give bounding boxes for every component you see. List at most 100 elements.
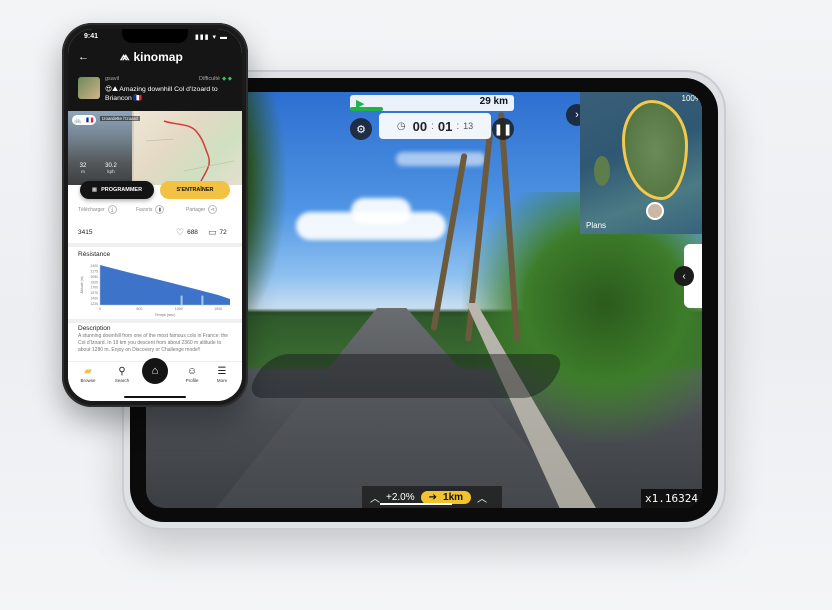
tab-search[interactable]: ⚲ Search bbox=[108, 366, 136, 383]
x-tick-label: 1500 bbox=[214, 307, 222, 311]
engagement-row: 3415 ♡ 688 ▭ 72 bbox=[68, 227, 242, 241]
share-icon: ⋖ bbox=[208, 205, 218, 214]
y-tick-label: 1575 bbox=[90, 291, 98, 295]
logo-text: kinomap bbox=[133, 49, 183, 64]
x-tick-label: 500 bbox=[136, 307, 142, 311]
route-line bbox=[145, 120, 235, 184]
segment-distance: 1km bbox=[443, 491, 464, 503]
tab-more[interactable]: ☰ More bbox=[208, 366, 236, 383]
route-thumbnail[interactable] bbox=[78, 77, 100, 99]
slope-value: +2.0% bbox=[386, 491, 415, 503]
stat-unit: kph bbox=[107, 169, 115, 174]
total-distance: 29 km bbox=[479, 96, 508, 107]
route-preview[interactable]: 🚲 🇫🇷 Izoardette l'Izoard 32 m 30.2 kph bbox=[68, 111, 242, 185]
bottom-tab-bar: ▰ Browse ⚲ Search ⌂ ☺ Profile ☰ More bbox=[68, 358, 242, 401]
arrow-right-icon: ➔ bbox=[428, 491, 438, 503]
menu-icon: ☰ bbox=[217, 366, 227, 377]
tab-label: More bbox=[216, 378, 228, 383]
cta-row: ▦ PROGRAMMER S'ENTRAÎNER bbox=[68, 181, 242, 201]
route-badges: 🚲 🇫🇷 bbox=[72, 115, 96, 125]
divider bbox=[68, 243, 242, 247]
stat-unit: m bbox=[81, 169, 85, 174]
cloud bbox=[351, 198, 411, 224]
map-island bbox=[594, 156, 610, 186]
app-logo: ⩕ kinomap bbox=[120, 49, 183, 64]
bookmark-icon: ▮ bbox=[155, 205, 165, 214]
y-tick-label: 1700 bbox=[90, 286, 98, 290]
rider-position-marker bbox=[646, 202, 664, 220]
likes-button[interactable]: ♡ 688 bbox=[176, 227, 198, 238]
divider bbox=[68, 319, 242, 323]
map-label: Plans bbox=[586, 221, 607, 230]
pause-icon: ❚❚ bbox=[493, 123, 513, 136]
chevron-right-icon: › bbox=[575, 109, 579, 121]
tab-label: Profile bbox=[185, 378, 199, 383]
back-arrow-icon[interactable]: ← bbox=[78, 51, 89, 63]
x-tick-label: 1000 bbox=[175, 307, 183, 311]
likes-count: 688 bbox=[187, 229, 198, 236]
program-label: PROGRAMMER bbox=[101, 187, 143, 193]
home-indicator bbox=[124, 395, 186, 398]
gear-icon: ⚙ bbox=[356, 123, 366, 136]
clock-icon: ◷ bbox=[396, 120, 406, 132]
elevation-stripe bbox=[201, 295, 204, 305]
route-preview-map bbox=[134, 111, 242, 185]
tab-label: Browse bbox=[80, 378, 96, 383]
elevation-chart: 24002175 20501925 17001575 140012250 500 1000… bbox=[80, 264, 230, 317]
stat-elevation: 32 m bbox=[72, 163, 94, 174]
tab-browse[interactable]: ▰ Browse bbox=[74, 366, 102, 383]
flag-fr-icon: 🇫🇷 bbox=[86, 117, 94, 124]
route-map[interactable]: 100% ⤢ Plans bbox=[580, 92, 702, 234]
search-icon: ⚲ bbox=[118, 366, 126, 377]
comments-button[interactable]: ▭ 72 bbox=[208, 227, 227, 238]
favorite-label: Favoris bbox=[136, 206, 153, 213]
favorite-action[interactable]: Favoris ▮ bbox=[136, 205, 165, 214]
y-tick-label: 2400 bbox=[90, 264, 98, 268]
tab-profile[interactable]: ☺ Profile bbox=[178, 366, 206, 383]
actions-row: Télécharger ⤓ Favoris ▮ Partager ⋖ bbox=[68, 205, 242, 219]
chevron-left-icon: ‹ bbox=[682, 270, 686, 282]
calendar-icon: ▦ bbox=[91, 187, 98, 193]
program-button[interactable]: ▦ PROGRAMMER bbox=[80, 181, 154, 199]
description-text: A stunning downhill from one of the most… bbox=[78, 333, 229, 353]
share-action[interactable]: Partager ⋖ bbox=[186, 205, 218, 214]
y-tick-label: 1925 bbox=[90, 280, 98, 284]
pause-button[interactable]: ❚❚ bbox=[492, 118, 514, 140]
difficulty: Difficulté ◆ ◆ bbox=[199, 76, 232, 82]
comment-icon: ▭ bbox=[208, 227, 217, 237]
home-icon: ⌂ bbox=[151, 365, 159, 377]
tab-home[interactable]: ⌂ bbox=[142, 358, 168, 384]
next-segment-pill: ➔ 1km bbox=[420, 490, 472, 504]
chevron-up-icon: ︿ bbox=[477, 493, 488, 505]
resistance-title: Résistance bbox=[78, 251, 111, 258]
settings-button[interactable]: ⚙ bbox=[350, 118, 372, 140]
status-time: 9:41 bbox=[84, 33, 99, 40]
y-tick-label: 2175 bbox=[90, 269, 98, 273]
phone-device: ← ⩕ kinomap gsavil Difficulté ◆ ◆ 😍⛰ Amaz… bbox=[62, 23, 248, 407]
train-button[interactable]: S'ENTRAÎNER bbox=[160, 181, 230, 199]
timer-seconds: 13 bbox=[463, 121, 474, 131]
bike-icon: 🚲 bbox=[74, 117, 82, 124]
elevation-area bbox=[100, 265, 230, 305]
road-shadow bbox=[243, 354, 569, 398]
phone-screen: ← ⩕ kinomap gsavil Difficulté ◆ ◆ 😍⛰ Amaz… bbox=[68, 29, 242, 401]
y-tick-label: 2050 bbox=[90, 275, 98, 279]
elapsed-timer: ◷ 00 : 01 : 13 bbox=[379, 113, 491, 139]
download-icon: ⤓ bbox=[107, 205, 117, 214]
download-action[interactable]: Télécharger ⤓ bbox=[78, 205, 117, 214]
y-tick-label: 1400 bbox=[90, 297, 98, 301]
y-axis-label: Altitude (m) bbox=[80, 276, 84, 293]
difficulty-label: Difficulté bbox=[199, 76, 220, 82]
timer-separator: : bbox=[456, 120, 460, 132]
preview-badge-text: Izoardette l'Izoard bbox=[100, 116, 140, 121]
timer-separator: : bbox=[431, 120, 434, 132]
route-progress-bar[interactable]: ▶ 29 km bbox=[350, 95, 514, 111]
progress-fill bbox=[350, 107, 383, 111]
difficulty-dots: ◆ ◆ bbox=[222, 76, 232, 82]
heart-icon: ♡ bbox=[176, 227, 185, 237]
stat-speed: 30.2 kph bbox=[100, 163, 122, 174]
cloud bbox=[396, 152, 486, 166]
collapse-panel-button[interactable]: ‹ bbox=[674, 266, 694, 286]
map-route-island bbox=[622, 100, 688, 200]
author-name[interactable]: gsavil bbox=[105, 76, 119, 82]
